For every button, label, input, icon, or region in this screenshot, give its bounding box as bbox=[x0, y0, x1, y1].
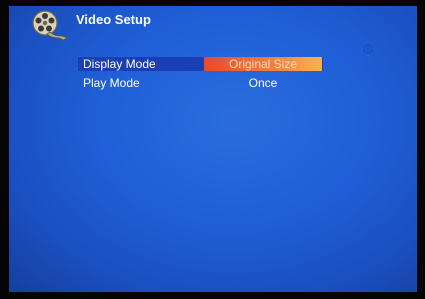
menu-item-value: Once bbox=[248, 76, 278, 90]
film-reel-icon bbox=[32, 10, 68, 41]
menu-item-value: Original Size bbox=[204, 57, 322, 71]
menu-item-label: Display Mode bbox=[83, 57, 156, 71]
menu-item-label: Play Mode bbox=[83, 76, 140, 90]
tv-frame: Video Setup Display Mode Original Size P… bbox=[0, 0, 425, 299]
page-title: Video Setup bbox=[76, 12, 151, 27]
menu-item-play-mode[interactable]: Play Mode Once bbox=[78, 76, 323, 90]
menu-item-display-mode[interactable]: Display Mode Original Size bbox=[78, 57, 323, 71]
decorative-glyph-icon bbox=[363, 44, 373, 54]
menu-screen: Video Setup Display Mode Original Size P… bbox=[9, 6, 417, 292]
